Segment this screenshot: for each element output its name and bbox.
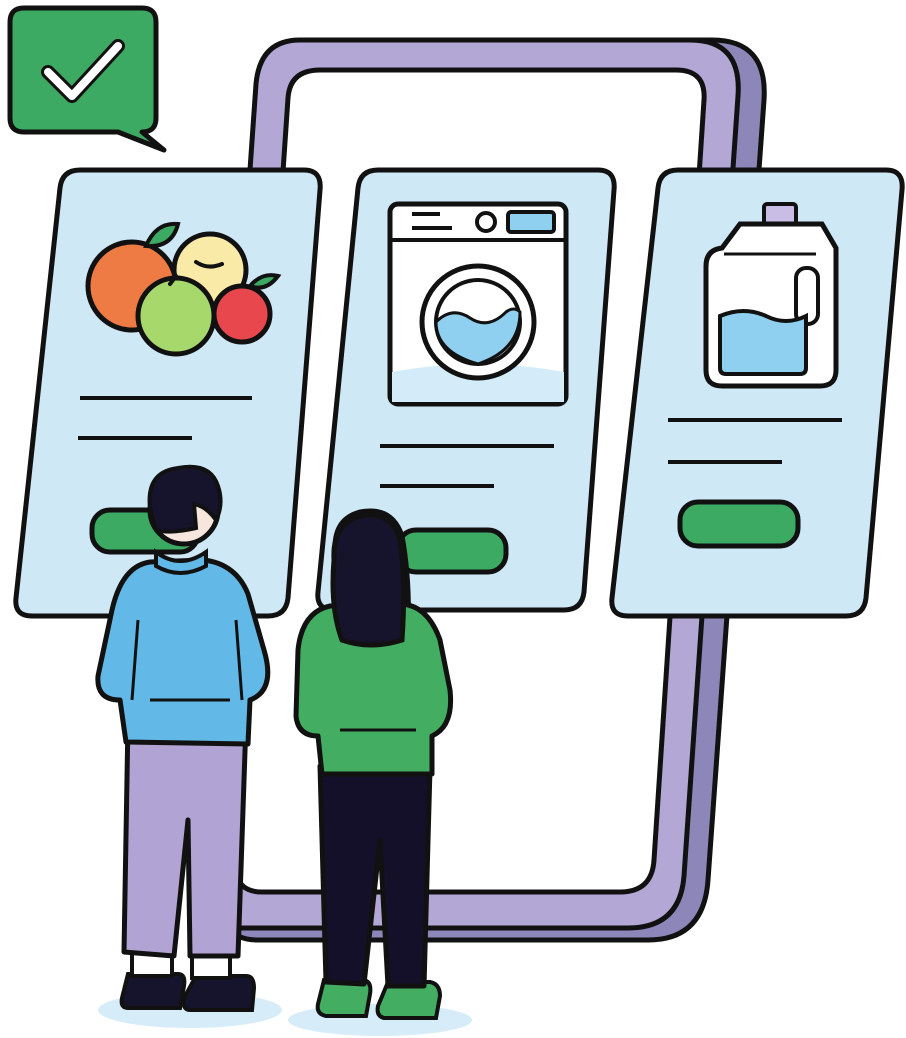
washing-machine-icon <box>387 201 569 407</box>
illustration-scene <box>7 5 905 1036</box>
add-button[interactable] <box>395 527 509 575</box>
add-button[interactable] <box>677 499 801 549</box>
product-card-detergent[interactable] <box>609 167 905 619</box>
check-badge <box>7 5 167 153</box>
product-card-fruit[interactable] <box>13 167 323 619</box>
